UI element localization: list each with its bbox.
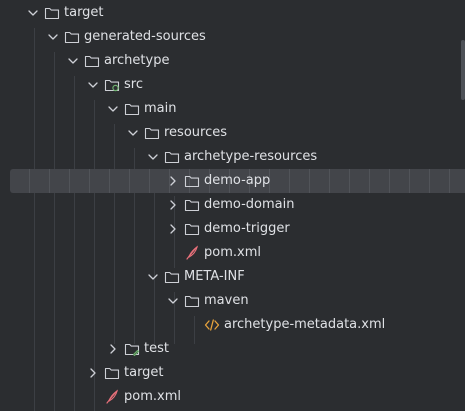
tree-node-label: demo-trigger [204, 221, 290, 236]
tree-node[interactable]: pom.xml [0, 241, 465, 265]
chevron-down-icon[interactable] [166, 294, 180, 308]
chevron-down-icon[interactable] [146, 150, 160, 164]
source-folder-icon [104, 77, 120, 93]
tree-node-label: demo-app [204, 173, 271, 188]
tree-node[interactable]: demo-trigger [0, 217, 465, 241]
tree-node-label: archetype [104, 53, 170, 68]
tree-node-label: target [64, 5, 104, 20]
tree-node-label: generated-sources [84, 29, 206, 44]
tree-node[interactable]: target [0, 361, 465, 385]
chevron-down-icon[interactable] [46, 30, 60, 44]
tree-node[interactable]: archetype-metadata.xml [0, 313, 465, 337]
tree-node[interactable]: pom.xml [0, 385, 465, 409]
tree-node-label: main [144, 101, 177, 116]
chevron-right-icon[interactable] [166, 222, 180, 236]
tree-node-label: pom.xml [124, 389, 181, 404]
tree-node-label: src [124, 77, 143, 92]
xml-file-icon [204, 317, 220, 333]
tree-node-label: resources [164, 125, 228, 140]
maven-file-icon [104, 389, 120, 405]
tree-node[interactable]: maven [0, 289, 465, 313]
tree-node[interactable]: demo-domain [0, 193, 465, 217]
tree-node[interactable]: src [0, 73, 465, 97]
tree-node[interactable]: META-INF [0, 265, 465, 289]
tree-node-label: archetype-resources [184, 149, 318, 164]
test-folder-icon [124, 341, 140, 357]
maven-file-icon [184, 245, 200, 261]
folder-icon [84, 53, 100, 69]
folder-icon [164, 269, 180, 285]
chevron-down-icon[interactable] [146, 270, 160, 284]
chevron-right-icon[interactable] [166, 198, 180, 212]
folder-icon [184, 173, 200, 189]
chevron-down-icon[interactable] [86, 78, 100, 92]
folder-icon [184, 197, 200, 213]
chevron-down-icon[interactable] [66, 54, 80, 68]
tree-node-label: pom.xml [204, 245, 261, 260]
tree-node[interactable]: archetype-resources [0, 145, 465, 169]
chevron-right-icon[interactable] [86, 366, 100, 380]
tree-node[interactable]: demo-app [10, 169, 465, 193]
chevron-down-icon[interactable] [26, 6, 40, 20]
folder-icon [104, 365, 120, 381]
tree-node-label: archetype-metadata.xml [224, 317, 386, 332]
tree-node[interactable]: test [0, 337, 465, 361]
tree-node-label: test [144, 341, 169, 356]
chevron-down-icon[interactable] [106, 102, 120, 116]
project-tree: target generated-sources archetype src m… [0, 0, 465, 411]
tree-node[interactable]: resources [0, 121, 465, 145]
tree-node[interactable]: target [0, 1, 465, 25]
folder-icon [164, 149, 180, 165]
tree-node-label: maven [204, 293, 249, 308]
tree-node[interactable]: main [0, 97, 465, 121]
folder-icon [64, 29, 80, 45]
tree-node-label: demo-domain [204, 197, 295, 212]
chevron-right-icon[interactable] [106, 342, 120, 356]
vertical-scrollbar[interactable] [461, 40, 465, 100]
chevron-right-icon[interactable] [166, 174, 180, 188]
tree-node[interactable]: generated-sources [0, 25, 465, 49]
folder-icon [44, 5, 60, 21]
tree-node-label: META-INF [184, 269, 245, 284]
chevron-down-icon[interactable] [126, 126, 140, 140]
folder-icon [144, 125, 160, 141]
tree-node-label: target [124, 365, 164, 380]
folder-icon [184, 293, 200, 309]
folder-icon [184, 221, 200, 237]
folder-icon [124, 101, 140, 117]
tree-node[interactable]: archetype [0, 49, 465, 73]
